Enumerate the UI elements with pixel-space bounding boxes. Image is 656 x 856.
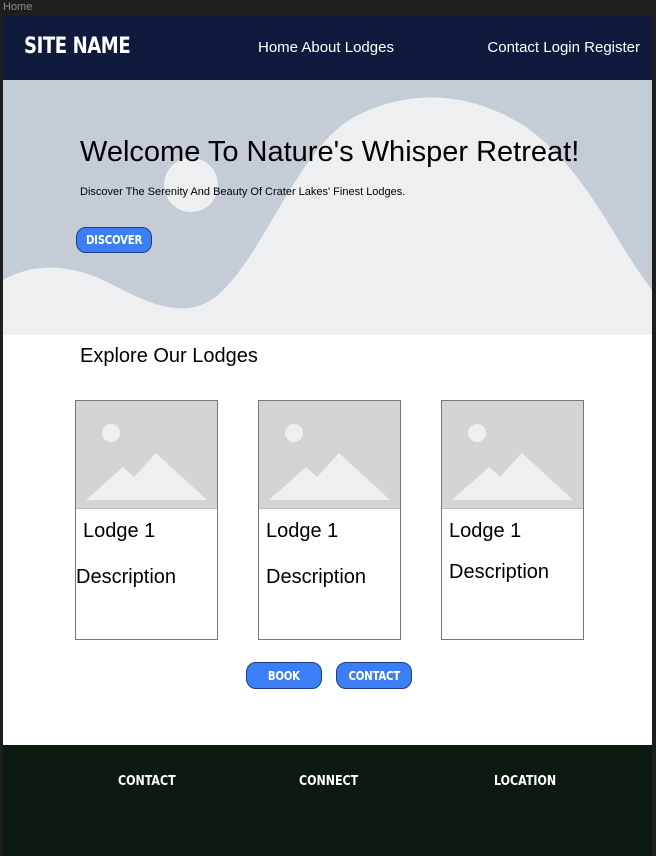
footer-link-contact[interactable]: CONTACT	[118, 774, 176, 789]
discover-button-label: DISCOVER	[85, 233, 143, 247]
nav-links-right: Contact Login Register	[487, 39, 640, 56]
lodge-card-title: Lodge 1	[266, 520, 339, 542]
contact-button[interactable]: CONTACT	[336, 662, 412, 689]
lodge-card-title: Lodge 1	[449, 520, 522, 542]
discover-button[interactable]: DISCOVER	[76, 227, 152, 253]
book-button-label: BOOK	[267, 668, 301, 683]
lodge-card[interactable]: Lodge 1 Description	[258, 400, 401, 640]
frame-label: Home	[3, 1, 33, 13]
lodge-card-description: Description	[449, 561, 550, 583]
lodge-card-description: Description	[266, 566, 367, 588]
nav-link-home[interactable]: Home	[258, 39, 298, 56]
nav-links-center: Home About Lodges	[258, 39, 394, 56]
lodge-card-title: Lodge 1	[83, 520, 156, 542]
nav-link-login[interactable]: Login	[543, 39, 580, 56]
contact-button-label: CONTACT	[348, 668, 400, 683]
footer-link-connect[interactable]: CONNECT	[299, 774, 358, 789]
hero-title: Welcome To Nature's Whisper Retreat!	[80, 136, 580, 168]
hero-background-illustration	[3, 80, 652, 309]
lodge-card[interactable]: Lodge 1 Description	[441, 400, 584, 640]
footer: CONTACT CONNECT LOCATION	[3, 745, 652, 856]
nav-link-lodges[interactable]: Lodges	[345, 39, 394, 56]
site-name-logo[interactable]: SITE NAME	[24, 34, 131, 59]
nav-link-contact[interactable]: Contact	[487, 39, 539, 56]
footer-link-location[interactable]: LOCATION	[494, 774, 556, 789]
nav-link-about[interactable]: About	[301, 39, 340, 56]
image-placeholder-icon	[76, 401, 217, 509]
lodge-card[interactable]: Lodge 1 Description	[75, 400, 218, 640]
lodges-section-title: Explore Our Lodges	[80, 345, 258, 367]
top-navbar: SITE NAME Home About Lodges Contact Logi…	[3, 16, 652, 80]
book-button[interactable]: BOOK	[246, 662, 322, 689]
hero-subtitle: Discover The Serenity And Beauty Of Crat…	[80, 186, 406, 198]
nav-link-register[interactable]: Register	[584, 39, 640, 56]
image-placeholder-icon	[442, 401, 583, 509]
image-placeholder-icon	[259, 401, 400, 509]
hero-section: Welcome To Nature's Whisper Retreat! Dis…	[3, 80, 652, 335]
page-frame: SITE NAME Home About Lodges Contact Logi…	[3, 16, 652, 856]
lodge-card-description: Description	[76, 566, 177, 588]
